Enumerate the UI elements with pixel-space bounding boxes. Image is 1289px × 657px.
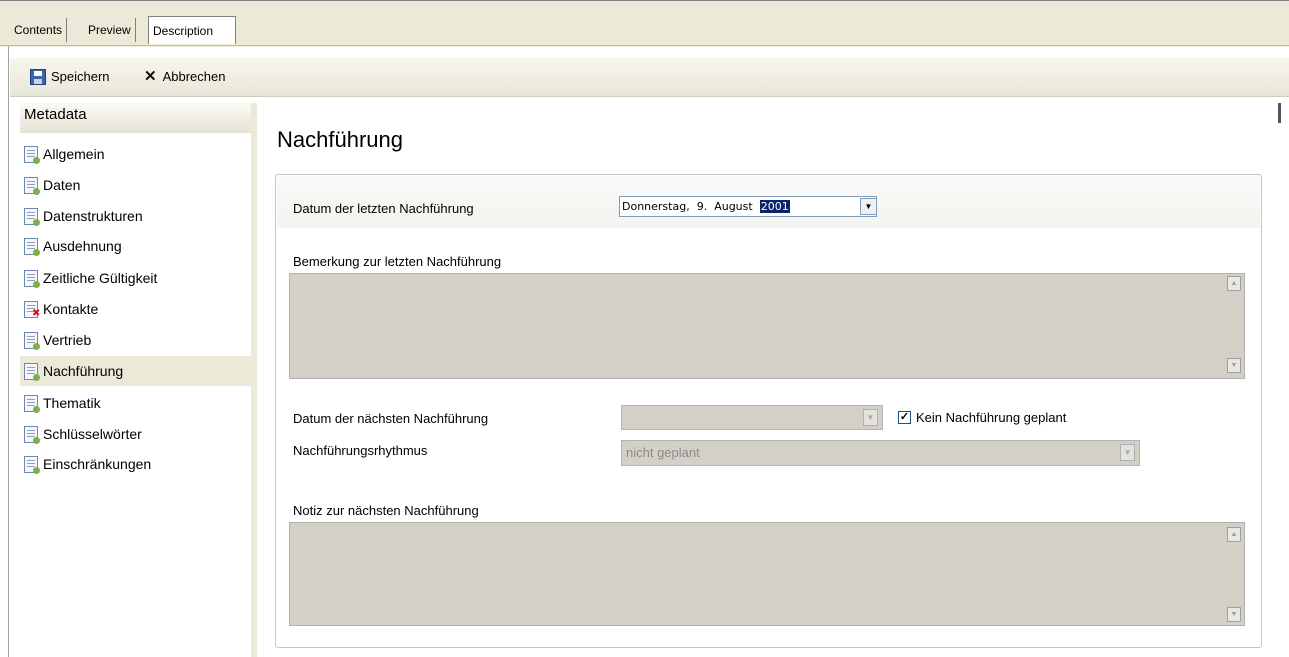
sidebar-header: Metadata — [20, 103, 251, 133]
note-textarea[interactable] — [289, 522, 1245, 626]
date-year: 2001 — [759, 200, 790, 213]
document-error-icon — [24, 300, 41, 318]
document-icon — [24, 237, 40, 256]
tab-strip: Contents Preview Description — [0, 0, 1289, 47]
tab-strip-border — [0, 45, 1289, 46]
sidebar-item-daten[interactable]: Daten — [20, 170, 251, 200]
note-label: Notiz zur nächsten Nachführung — [293, 503, 479, 518]
no-update-checkbox-label[interactable]: Kein Nachführung geplant — [916, 410, 1066, 425]
date-day: 9. — [696, 200, 708, 213]
sidebar-item-label: Ausdehnung — [43, 238, 122, 254]
sidebar-splitter[interactable] — [251, 103, 257, 657]
date-weekday: Donnerstag, — [622, 200, 690, 213]
tab-description[interactable]: Description — [148, 16, 236, 44]
sidebar-item-einschraenkungen[interactable]: Einschränkungen — [20, 449, 251, 479]
scrollbar-edge[interactable] — [1278, 103, 1281, 123]
sidebar-item-datenstrukturen[interactable]: Datenstrukturen — [20, 201, 251, 231]
last-update-date-picker[interactable]: Donnerstag, 9. August 2001 — [619, 196, 877, 217]
toolbar: Speichern ✕ Abbrechen — [10, 58, 1289, 97]
next-update-label: Datum der nächsten Nachführung — [293, 411, 489, 426]
document-icon — [24, 362, 40, 381]
document-icon — [24, 425, 40, 444]
cancel-label: Abbrechen — [162, 69, 226, 84]
sidebar-item-zeitliche-gueltigkeit[interactable]: Zeitliche Gültigkeit — [20, 263, 251, 293]
save-button[interactable]: Speichern — [30, 67, 110, 87]
sidebar-item-label: Daten — [43, 177, 81, 193]
save-label: Speichern — [51, 69, 110, 84]
sidebar-item-nachfuehrung[interactable]: Nachführung — [20, 356, 251, 386]
remark-textarea[interactable] — [289, 273, 1245, 379]
chevron-down-icon[interactable]: ▼ — [1120, 444, 1135, 461]
sidebar-item-label: Nachführung — [43, 363, 124, 379]
page-title: Nachführung — [277, 127, 403, 152]
document-icon — [24, 207, 40, 226]
chevron-down-icon[interactable]: ▼ — [863, 409, 878, 426]
document-icon — [24, 455, 40, 474]
scroll-down-arrow-icon[interactable]: ▼ — [1227, 358, 1241, 373]
sidebar-item-label: Einschränkungen — [43, 456, 152, 472]
save-icon — [30, 69, 46, 85]
document-icon — [24, 269, 40, 288]
rhythm-select[interactable]: nicht geplant — [621, 440, 1140, 466]
no-update-checkbox[interactable]: ✓ — [898, 411, 911, 424]
sidebar-item-thematik[interactable]: Thematik — [20, 388, 251, 418]
sidebar-item-label: Zeitliche Gültigkeit — [43, 270, 158, 286]
window-left-border — [8, 46, 9, 657]
rhythm-label: Nachführungsrhythmus — [293, 443, 428, 458]
metadata-sidebar: Metadata Allgemein Daten Datenstrukturen… — [20, 103, 251, 657]
sidebar-item-label: Schlüsselwörter — [43, 426, 142, 442]
tab-preview[interactable]: Preview — [84, 18, 136, 42]
sidebar-item-label: Allgemein — [43, 146, 105, 162]
date-month: August — [714, 200, 753, 213]
scroll-down-arrow-icon[interactable]: ▼ — [1227, 607, 1241, 622]
scroll-up-arrow-icon[interactable]: ▲ — [1227, 527, 1241, 542]
document-icon — [24, 176, 40, 195]
remark-label: Bemerkung zur letzten Nachführung — [293, 254, 502, 269]
cancel-button[interactable]: ✕ Abbrechen — [144, 67, 225, 87]
document-icon — [24, 394, 40, 413]
sidebar-item-label: Vertrieb — [43, 332, 92, 348]
tab-contents[interactable]: Contents — [10, 18, 68, 42]
sidebar-item-label: Datenstrukturen — [43, 208, 143, 224]
sidebar-item-schluesselwoerter[interactable]: Schlüsselwörter — [20, 419, 251, 449]
scroll-up-arrow-icon[interactable]: ▲ — [1227, 276, 1241, 291]
date-dropdown-button[interactable]: ▼ — [860, 198, 877, 215]
document-icon — [24, 331, 40, 350]
sidebar-item-vertrieb[interactable]: Vertrieb — [20, 325, 251, 355]
sidebar-item-kontakte[interactable]: Kontakte — [20, 294, 251, 324]
document-icon — [24, 145, 40, 164]
sidebar-item-label: Kontakte — [43, 301, 99, 317]
last-update-label: Datum der letzten Nachführung — [293, 201, 474, 216]
close-icon: ✕ — [144, 68, 157, 85]
sidebar-item-label: Thematik — [43, 395, 101, 411]
next-update-date-field[interactable] — [621, 405, 883, 430]
sidebar-item-allgemein[interactable]: Allgemein — [20, 139, 251, 169]
sidebar-item-ausdehnung[interactable]: Ausdehnung — [20, 231, 251, 261]
